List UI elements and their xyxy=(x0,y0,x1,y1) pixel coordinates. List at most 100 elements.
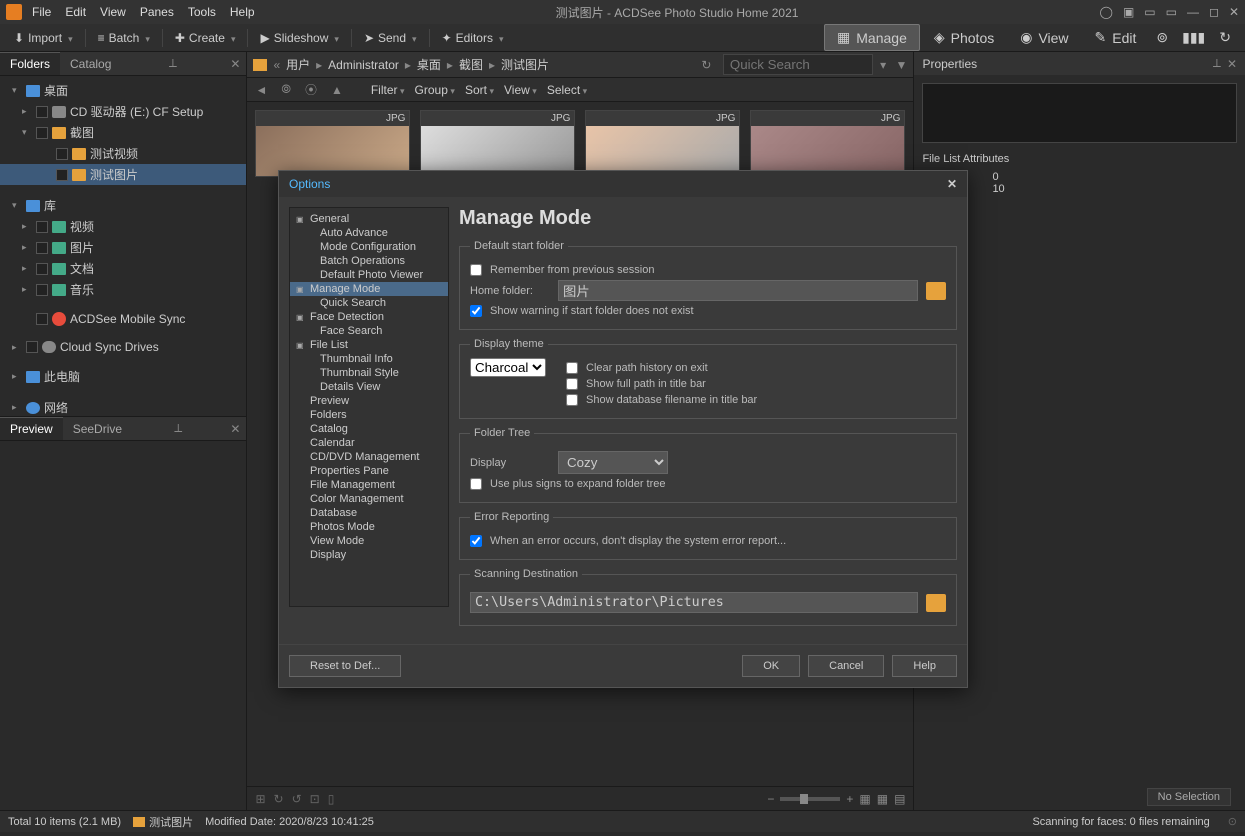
opt-face-search[interactable]: Face Search xyxy=(290,324,448,338)
close-button[interactable]: ✕ xyxy=(1229,5,1239,19)
pin-icon[interactable]: ⟂ xyxy=(1213,56,1221,71)
thumbnail[interactable]: JPG xyxy=(750,110,905,177)
opt-quick-search[interactable]: Quick Search xyxy=(290,296,448,310)
opt-manage-mode[interactable]: ▣Manage Mode xyxy=(290,282,448,296)
show-warning-checkbox[interactable] xyxy=(470,305,482,317)
tree-cloudsync[interactable]: ▸Cloud Sync Drives xyxy=(0,338,246,356)
opt-face-detection[interactable]: ▣Face Detection xyxy=(290,310,448,324)
zoom-in-icon[interactable]: + xyxy=(846,792,853,806)
tree-library[interactable]: ▾库 xyxy=(0,195,246,216)
tree-video[interactable]: ▸视频 xyxy=(0,216,246,237)
opt-prop-pane[interactable]: Properties Pane xyxy=(290,464,448,478)
menu-edit[interactable]: Edit xyxy=(65,5,86,19)
thumbnail[interactable]: JPG xyxy=(585,110,740,177)
tree-testvideo[interactable]: 测试视频 xyxy=(0,143,246,164)
manage-tab[interactable]: ▦ Manage xyxy=(824,24,920,51)
opt-auto-advance[interactable]: Auto Advance xyxy=(290,226,448,240)
browse-button[interactable] xyxy=(926,282,946,300)
refresh-icon[interactable]: ↻ xyxy=(701,58,711,72)
ok-button[interactable]: OK xyxy=(742,655,800,677)
tree-music[interactable]: ▸音乐 xyxy=(0,279,246,300)
menu-file[interactable]: File xyxy=(32,5,51,19)
zoom-out-icon[interactable]: − xyxy=(767,792,774,806)
scan-path-input[interactable] xyxy=(470,592,918,613)
preview-tab[interactable]: Preview xyxy=(0,417,63,440)
quick-search-input[interactable] xyxy=(723,54,873,75)
search-dropdown-icon[interactable]: ▾ xyxy=(880,58,886,72)
opt-default-viewer[interactable]: Default Photo Viewer xyxy=(290,268,448,282)
tool-icon[interactable]: ↺ xyxy=(292,792,302,806)
use-plus-checkbox[interactable] xyxy=(470,478,482,490)
maximize-button[interactable]: ◻ xyxy=(1209,5,1219,19)
opt-cddvd[interactable]: CD/DVD Management xyxy=(290,450,448,464)
breadcrumb-item[interactable]: 用户 xyxy=(286,56,310,73)
tree-pictures[interactable]: ▸图片 xyxy=(0,237,246,258)
nav-up-icon[interactable]: ▲ xyxy=(329,83,345,97)
breadcrumb-item[interactable]: Administrator xyxy=(328,58,399,72)
slideshow-button[interactable]: ▶ Slideshow xyxy=(254,29,344,47)
photos-tab[interactable]: ◈ Photos xyxy=(922,25,1006,50)
display-select[interactable]: Cozy xyxy=(558,451,668,474)
tool-icon[interactable]: ⊞ xyxy=(255,792,265,806)
create-button[interactable]: ✚ Create xyxy=(169,29,242,47)
filter-icon[interactable]: ▼ xyxy=(896,58,908,72)
pin-icon[interactable]: ⟂ xyxy=(168,421,188,436)
show-full-path-checkbox[interactable] xyxy=(566,378,578,390)
tree-testimage[interactable]: 测试图片 xyxy=(0,164,246,185)
menu-help[interactable]: Help xyxy=(230,5,255,19)
tool-icon[interactable]: ⊡ xyxy=(310,792,320,806)
home-folder-input[interactable] xyxy=(558,280,918,301)
catalog-tab[interactable]: Catalog xyxy=(60,53,121,75)
show-db-filename-checkbox[interactable] xyxy=(566,394,578,406)
opt-file-mgmt[interactable]: File Management xyxy=(290,478,448,492)
status-icon[interactable]: ⊙ xyxy=(1228,815,1237,828)
opt-calendar[interactable]: Calendar xyxy=(290,436,448,450)
dialog-close-button[interactable]: ✕ xyxy=(947,177,957,191)
opt-catalog[interactable]: Catalog xyxy=(290,422,448,436)
opt-general[interactable]: ▣General xyxy=(290,212,448,226)
nav-fwd-icon[interactable]: ⦿ xyxy=(303,81,319,98)
theme-select[interactable]: Charcoal xyxy=(470,358,546,377)
list-icon[interactable]: ▤ xyxy=(894,792,905,806)
menu-tools[interactable]: Tools xyxy=(188,5,216,19)
sync-icon[interactable]: ↻ xyxy=(1213,25,1237,50)
layout-icon[interactable]: ▣ xyxy=(1123,5,1134,19)
opt-view-mode[interactable]: View Mode xyxy=(290,534,448,548)
tree-desktop[interactable]: ▾桌面 xyxy=(0,80,246,101)
opt-preview[interactable]: Preview xyxy=(290,394,448,408)
tool-icon[interactable]: ▯ xyxy=(328,792,335,806)
seedrive-tab[interactable]: SeeDrive xyxy=(63,418,132,440)
tree-mobilesync[interactable]: ACDSee Mobile Sync xyxy=(0,310,246,328)
tree-thispc[interactable]: ▸此电脑 xyxy=(0,366,246,387)
folders-tab[interactable]: Folders xyxy=(0,52,60,75)
view-tab[interactable]: ◉ View xyxy=(1008,25,1080,50)
opt-mode-config[interactable]: Mode Configuration xyxy=(290,240,448,254)
breadcrumb-item[interactable]: 桌面 xyxy=(417,56,441,73)
error-checkbox[interactable] xyxy=(470,535,482,547)
menu-panes[interactable]: Panes xyxy=(140,5,174,19)
pin-icon[interactable]: ⟂ xyxy=(163,56,183,71)
help-button[interactable]: Help xyxy=(892,655,957,677)
opt-batch-ops[interactable]: Batch Operations xyxy=(290,254,448,268)
grid-icon-2[interactable]: ▦ xyxy=(877,792,888,806)
import-button[interactable]: ⬇ Import xyxy=(8,29,79,47)
opt-thumb-style[interactable]: Thumbnail Style xyxy=(290,366,448,380)
breadcrumb-caret[interactable]: « xyxy=(273,58,280,72)
tree-documents[interactable]: ▸文档 xyxy=(0,258,246,279)
layout-icon-3[interactable]: ▭ xyxy=(1166,5,1177,19)
breadcrumb-item[interactable]: 测试图片 xyxy=(501,56,549,73)
grid-icon[interactable]: ▦ xyxy=(859,792,870,806)
cancel-button[interactable]: Cancel xyxy=(808,655,884,677)
options-tree[interactable]: ▣General Auto Advance Mode Configuration… xyxy=(289,207,449,607)
reset-button[interactable]: Reset to Def... xyxy=(289,655,401,677)
filter-dropdown[interactable]: Filter xyxy=(371,83,405,97)
opt-color-mgmt[interactable]: Color Management xyxy=(290,492,448,506)
opt-display[interactable]: Display xyxy=(290,548,448,562)
select-dropdown[interactable]: Select xyxy=(547,83,587,97)
minimize-button[interactable]: — xyxy=(1187,5,1199,19)
tool-icon[interactable]: ↻ xyxy=(274,792,284,806)
thumbnail[interactable]: JPG xyxy=(255,110,410,177)
tree-cd-drive[interactable]: ▸CD 驱动器 (E:) CF Setup xyxy=(0,101,246,122)
user-icon[interactable]: ◯ xyxy=(1100,5,1113,19)
close-panel-icon[interactable]: ✕ xyxy=(224,422,246,436)
